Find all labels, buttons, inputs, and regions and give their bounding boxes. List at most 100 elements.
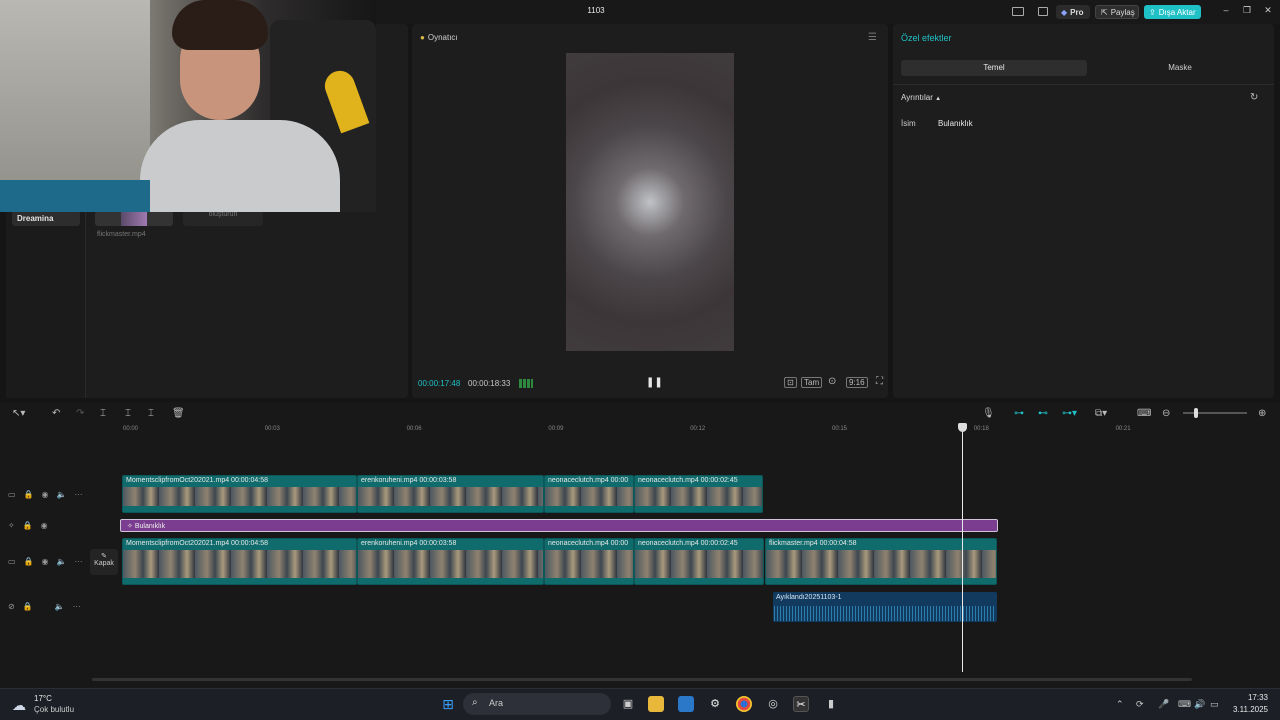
clock-date[interactable]: 3.11.2025 [1222, 705, 1268, 714]
lock-icon[interactable]: 🔒 [24, 557, 34, 566]
pause-icon[interactable]: ❚❚ [646, 377, 663, 388]
undo-icon[interactable]: ↶ [52, 408, 60, 419]
video-clip[interactable]: neonaceclutch.mp4 00:00 [544, 538, 634, 585]
task-view-icon[interactable]: ▣ [620, 696, 636, 712]
details-toggle[interactable]: Ayrıntılar ▲ [901, 93, 941, 102]
lock-icon[interactable]: 🔒 [23, 521, 33, 530]
player-label: Oynatıcı [427, 33, 458, 42]
menu-icon[interactable]: ☰ [868, 32, 877, 43]
zoom-slider-knob[interactable] [1194, 408, 1198, 418]
app-icon-2[interactable]: ▮ [823, 696, 839, 712]
eye-icon[interactable]: ◉ [42, 490, 49, 499]
sync-icon[interactable]: ⟳ [1136, 699, 1144, 710]
reset-icon[interactable]: ↻ [1250, 92, 1258, 103]
network-icon[interactable]: ⌨ [1178, 699, 1191, 710]
video-clip[interactable]: MomentsclipfromOct202021.mp4 00:00:04:58 [122, 538, 357, 585]
playhead-handle[interactable] [958, 423, 967, 432]
zoom-slider[interactable] [1183, 412, 1247, 414]
lock-icon[interactable]: 🔒 [24, 490, 34, 499]
effect-clip[interactable]: ✧ Bulanıklık [120, 519, 998, 532]
full-quality-button[interactable]: Tam [801, 377, 823, 388]
split-screen-icon[interactable]: ⧉▾ [1095, 408, 1107, 419]
track-type-icon: ▭ [8, 557, 16, 566]
cover-button[interactable]: ✎ Kapak [90, 549, 118, 575]
clip-label: MomentsclipfromOct202021.mp4 00:00:04:58 [126, 477, 269, 484]
cloud-icon[interactable]: ☁ [12, 697, 26, 714]
file-explorer-icon[interactable] [648, 696, 664, 712]
pro-button[interactable]: ◆ Pro [1056, 5, 1090, 19]
horizontal-scrollbar[interactable] [92, 678, 1192, 681]
sidebar-item-dreamina[interactable]: Dreamina [12, 211, 80, 226]
magnet-icon[interactable]: ⊶ [1014, 408, 1024, 419]
redo-icon[interactable]: ↷ [76, 408, 84, 419]
divider [893, 84, 1274, 85]
microphone-tray-icon[interactable]: 🎤 [1158, 699, 1169, 710]
ruler-tick: 00:15 [832, 426, 848, 432]
restore-icon[interactable]: ❐ [1241, 5, 1253, 17]
video-clip[interactable]: neonaceclutch.mp4 00:00:02:45 [634, 475, 763, 513]
weather-temperature[interactable]: 17°C [34, 694, 52, 703]
crop-icon[interactable]: ⊡ [784, 377, 797, 388]
app-icon[interactable]: ◎ [765, 696, 781, 712]
ruler-tick: 00:00 [123, 426, 139, 432]
trim-right-icon[interactable]: ⌶ [148, 408, 154, 419]
zoom-fit-icon[interactable]: ⊙ [826, 377, 838, 388]
tab-basic[interactable]: Temel [901, 60, 1087, 76]
battery-icon[interactable]: ▭ [1210, 699, 1219, 710]
tab-mask[interactable]: Maske [1087, 60, 1273, 76]
zoom-out-icon[interactable]: ⊖ [1162, 408, 1170, 419]
capcut-icon[interactable]: ✂ [793, 696, 809, 712]
speaker-icon[interactable]: 🔈 [57, 490, 67, 499]
delete-icon[interactable]: 🗑 [172, 408, 185, 419]
chrome-icon[interactable] [736, 696, 752, 712]
caption-icon[interactable]: ⌨ [1137, 408, 1151, 419]
player-title: ● Oynatıcı [420, 33, 458, 42]
microphone-icon[interactable]: 🎙 [982, 408, 995, 419]
select-tool-icon[interactable]: ↖▾ [12, 408, 25, 419]
create-tile[interactable]: oluşturun [183, 211, 263, 226]
clock-time[interactable]: 17:33 [1236, 693, 1268, 702]
fullscreen-icon[interactable]: ⛶ [874, 377, 885, 388]
more-icon[interactable]: ··· [73, 602, 81, 611]
share-button[interactable]: ⇱ Paylaş [1095, 5, 1139, 19]
more-icon[interactable]: ··· [74, 490, 82, 499]
lock-icon[interactable]: 🔒 [23, 602, 33, 611]
zoom-in-icon[interactable]: ⊕ [1258, 408, 1266, 419]
video-clip[interactable]: neonaceclutch.mp4 00:00 [544, 475, 634, 513]
minimize-icon[interactable]: – [1220, 5, 1232, 17]
video-clip[interactable]: erenkoruheni.mp4 00:00:03:58 [357, 538, 544, 585]
search-icon: ⌕ [472, 697, 478, 708]
weather-description[interactable]: Çok bulutlu [34, 705, 74, 714]
video-preview[interactable] [566, 53, 734, 351]
preview-axis-icon[interactable]: ⊶▾ [1062, 408, 1077, 419]
volume-icon[interactable]: 🔊 [1194, 699, 1205, 710]
taskbar-search[interactable]: Ara [463, 693, 611, 715]
speaker-icon[interactable]: 🔈 [57, 557, 67, 566]
track-type-icon: ▭ [8, 490, 16, 499]
video-clip[interactable]: MomentsclipfromOct202021.mp4 00:00:04:58 [122, 475, 357, 513]
layout-icon[interactable] [1012, 7, 1024, 16]
eye-icon[interactable]: ◉ [41, 521, 48, 530]
split-icon[interactable]: ⌶ [100, 408, 106, 419]
link-icon[interactable]: ⊷ [1038, 408, 1048, 419]
video-clip[interactable]: neonaceclutch.mp4 00:00:02:45 [634, 538, 764, 585]
trim-left-icon[interactable]: ⌶ [125, 408, 131, 419]
export-button[interactable]: ⇪ Dışa Aktar [1144, 5, 1201, 19]
details-label: Ayrıntılar [901, 93, 933, 102]
photos-icon[interactable] [678, 696, 694, 712]
more-icon[interactable]: ··· [74, 557, 82, 566]
close-icon[interactable]: ✕ [1262, 5, 1274, 17]
windows-start-icon[interactable]: ⊞ [440, 696, 456, 712]
track-header-effect: ✧ 🔒 ◉ [8, 521, 48, 530]
clip-thumbnails [635, 550, 763, 578]
media-thumbnail[interactable] [95, 211, 173, 226]
chevron-up-icon[interactable]: ⌃ [1116, 699, 1124, 710]
shortcuts-icon[interactable] [1038, 7, 1048, 16]
eye-icon[interactable]: ◉ [42, 557, 49, 566]
settings-icon[interactable]: ⚙ [707, 696, 723, 712]
video-clip[interactable]: erenkoruheni.mp4 00:00:03:58 [357, 475, 544, 513]
speaker-icon[interactable]: 🔈 [55, 602, 65, 611]
playhead[interactable] [962, 428, 963, 672]
capcut-window: 1103 ◆ Pro ⇱ Paylaş ⇪ Dışa Aktar – ❐ ✕ D… [0, 0, 1280, 720]
aspect-ratio-button[interactable]: 9:16 [846, 377, 868, 388]
